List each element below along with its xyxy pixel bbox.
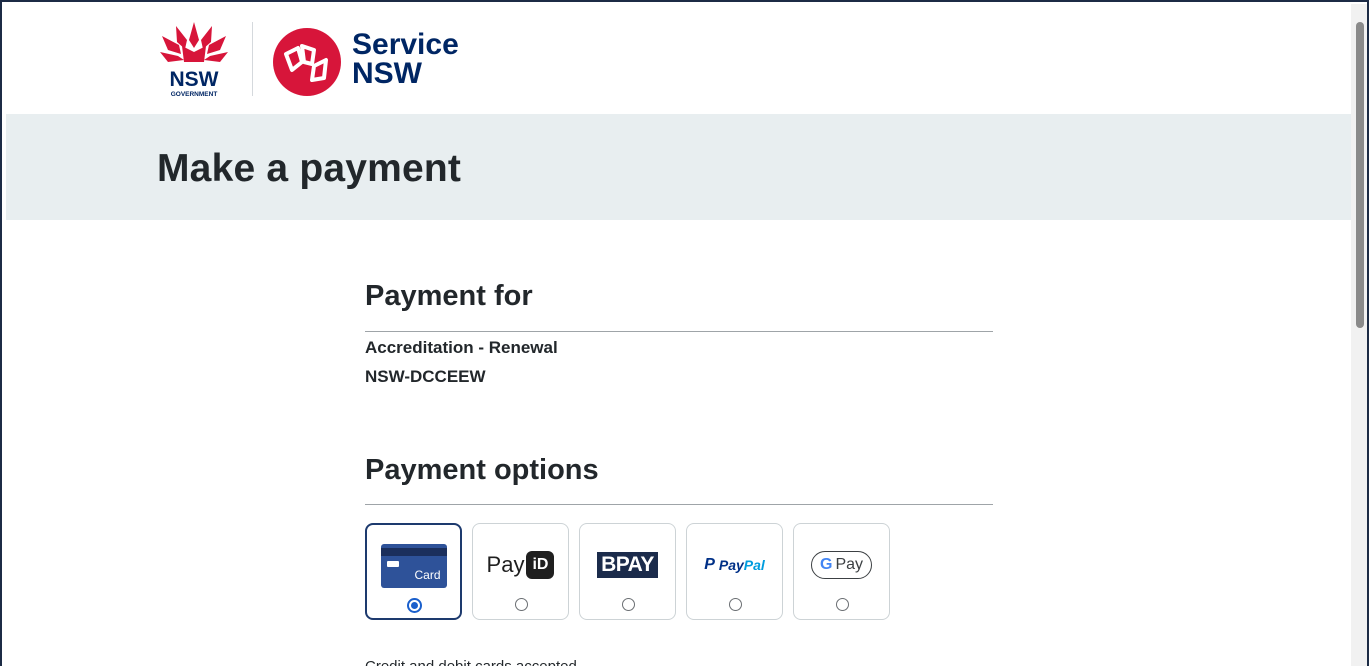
nsw-logo-subtext: GOVERNMENT bbox=[171, 91, 218, 98]
payid-label-pay: Pay bbox=[486, 552, 525, 577]
credit-card-icon: Card bbox=[380, 544, 447, 588]
service-nsw-wordmark: Service NSW bbox=[352, 28, 459, 90]
payment-option-card[interactable]: Card bbox=[365, 523, 462, 620]
page-title: Make a payment bbox=[157, 147, 462, 190]
google-pay-logo-icon: G Pay bbox=[810, 551, 873, 579]
paypal-word-pal: Pal bbox=[743, 557, 765, 573]
payid-radio[interactable] bbox=[514, 598, 528, 611]
payment-options-heading: Payment options bbox=[365, 454, 599, 486]
google-pay-word: Pay bbox=[835, 556, 864, 573]
bpay-radio[interactable] bbox=[621, 598, 635, 611]
payment-agency-name: NSW-DCCEEW bbox=[365, 367, 486, 386]
service-nsw-emblem-icon bbox=[273, 28, 341, 96]
site-header: NSW GOVERNMENT Service NSW bbox=[2, 2, 1351, 114]
payment-for-divider bbox=[365, 331, 993, 332]
payment-item-name: Accreditation - Renewal bbox=[365, 338, 558, 357]
payment-options-group: Card Pay iD BPAY P Pay Pal G Pay bbox=[365, 523, 890, 620]
card-radio[interactable] bbox=[406, 598, 422, 613]
payment-option-googlepay[interactable]: G Pay bbox=[793, 523, 890, 620]
logo-divider bbox=[252, 22, 253, 96]
service-wordmark-line2: NSW bbox=[352, 57, 422, 90]
service-nsw-logo[interactable]: Service NSW bbox=[272, 26, 492, 98]
service-wordmark-line1: Service bbox=[352, 28, 459, 61]
paypal-p-mark: P bbox=[704, 556, 715, 573]
payid-label-id: iD bbox=[526, 551, 555, 579]
payment-option-bpay[interactable]: BPAY bbox=[579, 523, 676, 620]
nsw-logo-text: NSW bbox=[170, 68, 219, 91]
googlepay-radio[interactable] bbox=[835, 598, 849, 611]
paypal-word-pay: Pay bbox=[718, 557, 744, 573]
google-g-mark: G bbox=[819, 556, 833, 573]
payment-option-payid[interactable]: Pay iD bbox=[472, 523, 569, 620]
paypal-radio[interactable] bbox=[728, 598, 742, 611]
payment-option-paypal[interactable]: P Pay Pal bbox=[686, 523, 783, 620]
nsw-government-logo[interactable]: NSW GOVERNMENT bbox=[154, 18, 234, 98]
bpay-logo-icon: BPAY bbox=[597, 552, 658, 578]
payment-for-heading: Payment for bbox=[365, 280, 533, 312]
page-banner: Make a payment bbox=[6, 114, 1351, 220]
payid-logo-icon: Pay iD bbox=[487, 551, 555, 579]
paypal-logo-icon: P Pay Pal bbox=[704, 556, 765, 574]
card-option-label: Card bbox=[414, 568, 441, 582]
page-scrollbar-thumb[interactable] bbox=[1356, 22, 1364, 328]
payment-options-divider bbox=[365, 504, 993, 505]
browser-frame: NSW GOVERNMENT Service NSW Make a paymen… bbox=[0, 0, 1369, 666]
accepted-cards-note: Credit and debit cards accepted bbox=[365, 658, 577, 666]
